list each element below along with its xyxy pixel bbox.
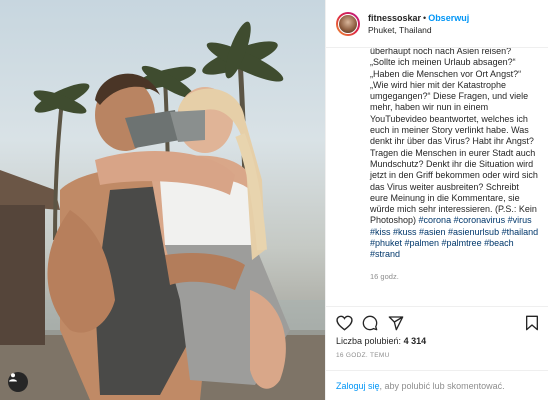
login-prompt-text: , aby polubić lub skomentować.: [379, 381, 505, 391]
avatar[interactable]: [336, 11, 360, 36]
tagged-user-icon[interactable]: [8, 372, 28, 392]
post-date[interactable]: 16 GODZ. TEMU: [336, 352, 390, 359]
location-link[interactable]: Phuket, Thailand: [368, 24, 469, 36]
comment-icon[interactable]: [362, 315, 378, 333]
separator-dot: •: [423, 13, 427, 23]
username-link[interactable]: fitnessoskar: [368, 13, 421, 23]
caption-body: überhaupt noch nach Asien reisen? „Sollt…: [370, 48, 538, 226]
action-bar: [326, 306, 548, 336]
like-heart-icon[interactable]: [336, 315, 353, 333]
header-text: fitnessoskar • Obserwuj Phuket, Thailand: [368, 11, 469, 36]
likes-number: 4 314: [403, 336, 427, 346]
follow-button[interactable]: Obserwuj: [428, 13, 469, 23]
photo-illustration: [0, 21, 325, 400]
caption-area: überhaupt noch nach Asien reisen? „Sollt…: [326, 48, 548, 300]
login-prompt: Zaloguj się, aby polubić lub skomentować…: [326, 370, 548, 400]
avatar-image: [338, 13, 358, 34]
post-header: fitnessoskar • Obserwuj Phuket, Thailand: [326, 0, 548, 48]
share-icon[interactable]: [388, 315, 404, 333]
login-link[interactable]: Zaloguj się: [336, 381, 380, 391]
bookmark-icon[interactable]: [525, 315, 539, 333]
caption-text: überhaupt noch nach Asien reisen? „Sollt…: [370, 48, 539, 261]
likes-count[interactable]: Liczba polubień: 4 314: [336, 336, 426, 346]
post-panel: fitnessoskar • Obserwuj Phuket, Thailand ü…: [325, 0, 548, 400]
person-icon: [9, 373, 17, 382]
post-photo[interactable]: [0, 0, 325, 400]
caption-time: 16 godz.: [370, 271, 399, 281]
likes-label: Liczba polubień:: [336, 336, 402, 346]
